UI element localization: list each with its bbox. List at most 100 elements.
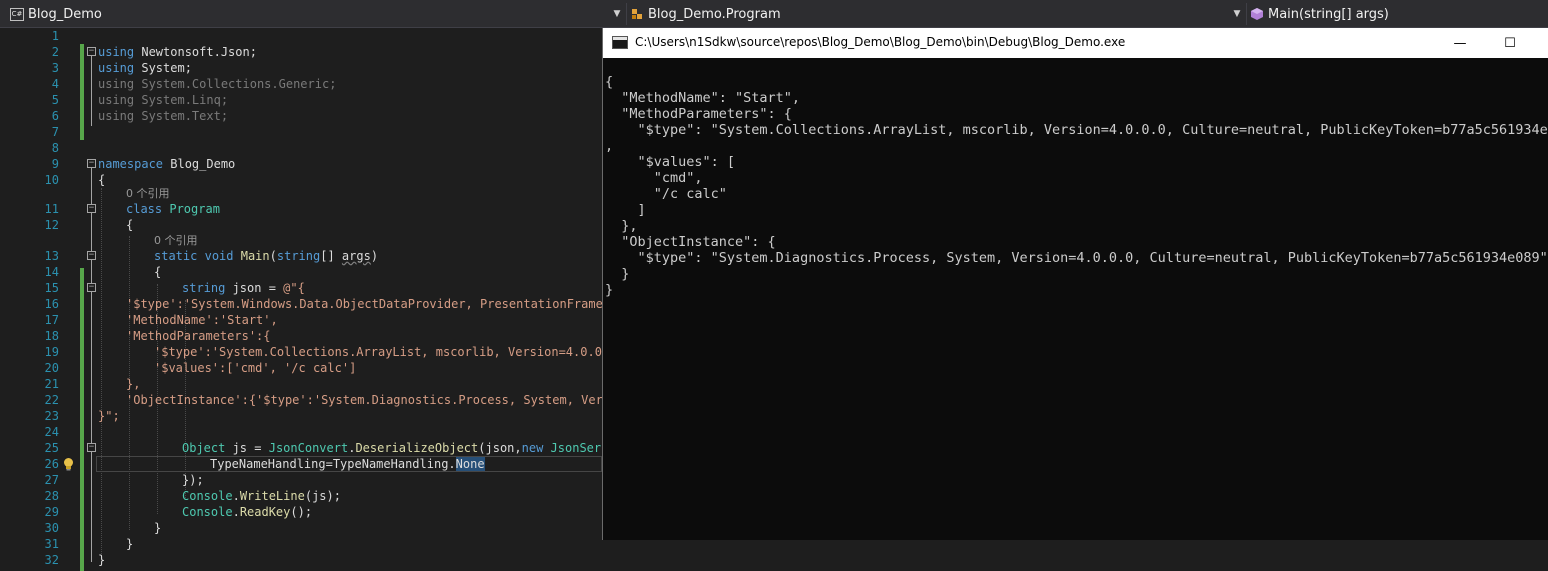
chevron-down-icon: ▼ [613, 9, 621, 19]
line-number: 15 [44, 281, 59, 295]
type-dropdown-label: Blog_Demo.Program [648, 6, 781, 22]
line-number: 18 [44, 329, 59, 343]
selected-text[interactable]: None [455, 457, 485, 471]
type-dropdown[interactable]: Blog_Demo.Program ▼ [630, 4, 1244, 24]
code-text: } [154, 521, 162, 535]
code-text: } [126, 537, 134, 551]
line-number: 31 [44, 537, 59, 551]
class-name: Console [182, 505, 233, 519]
collapse-icon[interactable]: − [87, 204, 96, 213]
collapse-icon[interactable]: − [87, 443, 96, 452]
code-text: { [126, 218, 134, 232]
collapse-icon[interactable]: − [87, 159, 96, 168]
console-line: "$values": [ [605, 154, 736, 170]
string-literal: 'MethodName':'Start', [126, 313, 278, 327]
line-number: 5 [51, 93, 59, 107]
console-line: }, [605, 218, 638, 234]
line-number: 25 [44, 441, 59, 455]
console-app-icon [612, 36, 628, 49]
code-text: } [98, 553, 106, 567]
line-number: 27 [44, 473, 59, 487]
code-text: (js); [304, 489, 341, 503]
method-name: DeserializeObject [355, 441, 479, 455]
line-number: 14 [44, 265, 59, 279]
csharp-project-icon: C# [10, 7, 24, 21]
code-text: Blog_Demo [163, 157, 236, 171]
code-text: }); [182, 473, 204, 487]
keyword: string [182, 281, 226, 295]
keyword: string [276, 249, 321, 263]
console-line: } [605, 266, 630, 282]
code-text: ( [269, 249, 277, 263]
console-line: "$type": "System.Collections.ArrayList, … [605, 122, 1548, 138]
chevron-down-icon: ▼ [1233, 9, 1241, 19]
console-line: "MethodParameters": { [605, 106, 792, 122]
class-icon [632, 9, 642, 19]
line-number: 9 [51, 157, 59, 171]
code-text: (); [290, 505, 313, 519]
method-icon [1251, 8, 1263, 20]
console-title-bar[interactable]: C:\Users\n1Sdkw\source\repos\Blog_Demo\B… [603, 28, 1548, 58]
console-title: C:\Users\n1Sdkw\source\repos\Blog_Demo\B… [635, 35, 1126, 49]
string-literal: }"; [98, 409, 120, 423]
string-literal: 'MethodParameters':{ [126, 329, 271, 343]
string-literal: @"{ [283, 281, 305, 295]
console-window[interactable]: C:\Users\n1Sdkw\source\repos\Blog_Demo\B… [602, 28, 1548, 540]
class-name: Program [169, 202, 220, 216]
editor-navigation-bar: C# Blog_Demo ▼ Blog_Demo.Program ▼ Main(… [0, 0, 1548, 28]
member-dropdown[interactable]: Main(string[] args) [1250, 4, 1546, 24]
console-line: "cmd", [605, 170, 703, 186]
line-number: 29 [44, 505, 59, 519]
console-output-area[interactable]: { "MethodName": "Start", "MethodParamete… [603, 58, 1548, 540]
line-number: 16 [44, 297, 59, 311]
console-line: { [605, 74, 614, 90]
code-text: json = [225, 281, 284, 295]
references-codelens[interactable]: 0 个引用 [126, 186, 170, 202]
line-number: 17 [44, 313, 59, 327]
keyword: void [204, 249, 234, 263]
keyword: class [126, 202, 163, 216]
line-number: 32 [44, 553, 59, 567]
code-text: js = [225, 441, 269, 455]
code-line: 32 } [0, 552, 1548, 568]
divider [626, 3, 627, 25]
project-dropdown-label: Blog_Demo [28, 6, 102, 22]
console-line: "$type": "System.Diagnostics.Process, Sy… [605, 250, 1548, 266]
class-name: JsonConvert [268, 441, 349, 455]
minimize-button[interactable]: — [1437, 28, 1483, 58]
project-dropdown[interactable]: C# Blog_Demo ▼ [10, 4, 624, 24]
line-number: 3 [51, 61, 59, 75]
line-number: 20 [44, 361, 59, 375]
code-text: . [232, 489, 240, 503]
class-name: Console [182, 489, 233, 503]
console-line: , [605, 138, 614, 154]
line-number: 11 [44, 202, 59, 216]
console-output: { "MethodName": "Start", "MethodParamete… [605, 58, 1548, 330]
line-number: 22 [44, 393, 59, 407]
unused-using: using System.Collections.Generic; [98, 77, 337, 91]
divider [1246, 3, 1247, 25]
keyword: using [98, 45, 135, 59]
console-line: "MethodName": "Start", [605, 90, 801, 106]
method-name: Main [240, 249, 270, 263]
code-text: (json, [478, 441, 522, 455]
code-text: { [154, 265, 162, 279]
collapse-icon[interactable]: − [87, 283, 96, 292]
unused-using: using System.Text; [98, 109, 229, 123]
line-number: 28 [44, 489, 59, 503]
line-number: 19 [44, 345, 59, 359]
line-number: 21 [44, 377, 59, 391]
string-literal: '$values':['cmd', '/c calc'] [154, 361, 357, 375]
references-codelens[interactable]: 0 个引用 [154, 233, 198, 249]
line-number: 30 [44, 521, 59, 535]
line-number: 8 [51, 141, 59, 155]
collapse-icon[interactable]: − [87, 47, 96, 56]
line-number: 12 [44, 218, 59, 232]
maximize-button[interactable]: ☐ [1487, 28, 1533, 58]
console-line: "ObjectInstance": { [605, 234, 776, 250]
member-dropdown-label: Main(string[] args) [1268, 6, 1389, 22]
code-text: TypeNameHandling=TypeNameHandling. [210, 457, 456, 471]
code-text: . [232, 505, 240, 519]
collapse-icon[interactable]: − [87, 251, 96, 260]
